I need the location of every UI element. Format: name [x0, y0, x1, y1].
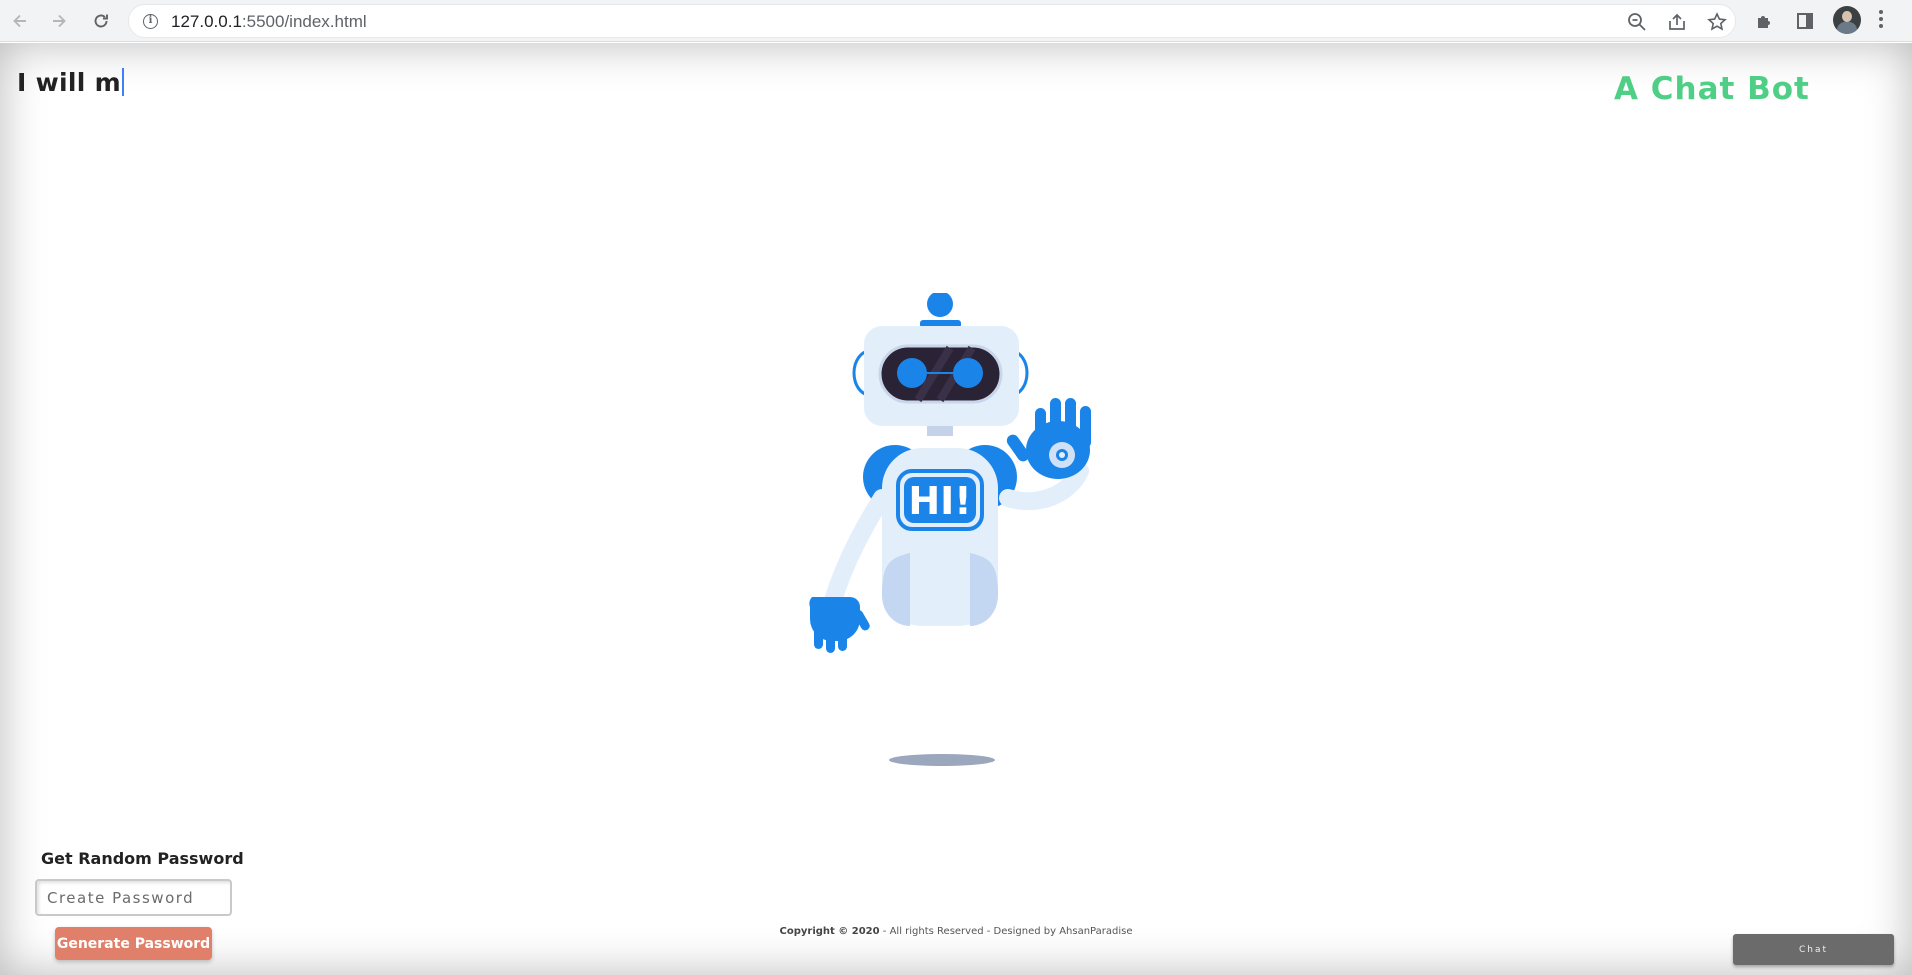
forward-arrow-icon[interactable]: [46, 8, 72, 34]
share-icon[interactable]: [1666, 11, 1688, 33]
robot-illustration: HI!: [809, 293, 1091, 766]
copyright-label: Copyright © 2020: [779, 926, 880, 937]
typing-caret: [121, 68, 124, 96]
address-bar[interactable]: i 127.0.0.1:5500/index.html: [128, 4, 1736, 38]
robot-badge-text: HI!: [908, 479, 971, 523]
zoom-icon[interactable]: [1626, 11, 1648, 33]
site-info-icon[interactable]: i: [143, 14, 158, 29]
page-viewport: I will m A Chat Bot HI! Get Random Passw…: [0, 43, 1912, 975]
copyright-rest: - All rights Reserved - Designed by Ahsa…: [879, 926, 1133, 937]
chat-button[interactable]: Chat: [1733, 934, 1894, 965]
password-section-title: Get Random Password: [41, 849, 244, 868]
typed-heading-text: I will m: [17, 68, 121, 97]
bookmark-star-icon[interactable]: [1706, 11, 1728, 33]
back-arrow-icon[interactable]: [7, 8, 33, 34]
url-host: 127.0.0.1: [171, 12, 242, 31]
brand-title: A Chat Bot: [1614, 71, 1810, 107]
extensions-puzzle-icon[interactable]: [1752, 8, 1778, 34]
profile-avatar[interactable]: [1833, 6, 1861, 34]
url-path: :5500/index.html: [241, 12, 367, 31]
browser-toolbar: i 127.0.0.1:5500/index.html: [0, 0, 1912, 42]
url-text[interactable]: 127.0.0.1:5500/index.html: [171, 12, 367, 32]
typed-heading: I will m: [17, 68, 124, 97]
more-menu-icon[interactable]: [1878, 10, 1884, 32]
side-panel-icon[interactable]: [1792, 8, 1818, 34]
copyright-footer: Copyright © 2020 - All rights Reserved -…: [0, 926, 1912, 937]
password-input[interactable]: [35, 879, 232, 916]
reload-icon[interactable]: [88, 8, 114, 34]
